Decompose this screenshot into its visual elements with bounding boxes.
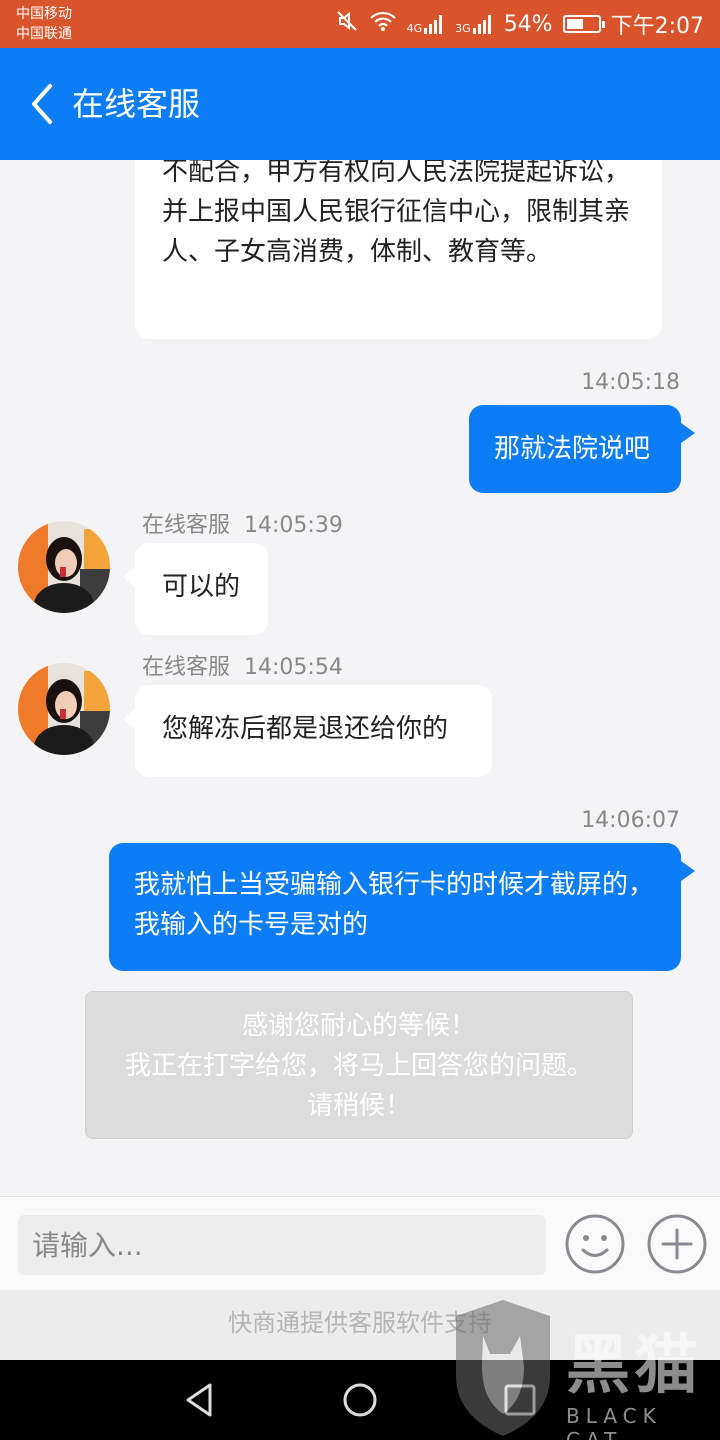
message-text: 那就法院说吧: [494, 434, 651, 464]
status-bar: 中国移动 中国联通 4G 3G 54% 下午2:07: [0, 0, 720, 48]
sender-name: 在线客服: [142, 655, 231, 680]
nav-home-button[interactable]: [340, 1380, 380, 1420]
agent-message-bubble: 您解冻后都是退还给你的: [123, 685, 492, 777]
battery-percent: 54%: [503, 11, 553, 37]
typing-notice: 感谢您耐心的等候！ 我正在打字给您，将马上回答您的问题。 请稍候！: [85, 991, 633, 1139]
message-text: 您解冻后都是退还给你的: [162, 714, 449, 744]
message-timestamp: 14:05:39: [244, 513, 343, 538]
emoji-button[interactable]: [564, 1213, 626, 1275]
typing-notice-line-2: 我正在打字给您，将马上回答您的问题。: [124, 1051, 593, 1081]
carrier-info: 中国移动 中国联通: [16, 4, 72, 44]
circle-home-icon: [343, 1383, 377, 1417]
agent-meta: 在线客服 14:05:39: [142, 507, 343, 539]
message-text: 我就怕上当受骗输入银行卡的时候才截屏的，我输入的卡号是对的: [134, 870, 655, 940]
message-text: 可以的: [162, 572, 241, 602]
message-timestamp: 14:06:07: [581, 808, 680, 833]
wifi-icon: [369, 10, 397, 38]
agent-meta: 在线客服 14:05:54: [142, 649, 343, 681]
agent-message-bubble: 不配合，甲方有权向人民法院提起诉讼，并上报中国人民银行征信中心，限制其亲人、子女…: [135, 160, 662, 339]
agent-avatar: [18, 663, 110, 755]
cat-shield-logo: [456, 1300, 550, 1436]
mute-icon: [335, 9, 359, 39]
app-header: 在线客服: [0, 48, 720, 160]
watermark-subtext: BLACK CAT: [566, 1404, 662, 1440]
clock: 下午2:07: [610, 14, 704, 39]
typing-notice-line-1: 感谢您耐心的等候！: [241, 1011, 476, 1041]
agent-avatar: [18, 521, 110, 613]
user-message-bubble: 我就怕上当受骗输入银行卡的时候才截屏的，我输入的卡号是对的: [109, 843, 695, 971]
watermark: 黑猫 BLACK CAT: [448, 1296, 720, 1440]
status-icons: 4G 3G 54% 下午2:07: [335, 0, 704, 48]
chat-area[interactable]: 不配合，甲方有权向人民法院提起诉讼，并上报中国人民银行征信中心，限制其亲人、子女…: [0, 160, 720, 1196]
nav-back-button[interactable]: [180, 1380, 220, 1420]
smiley-icon: [565, 1214, 625, 1274]
signal-4g-icon: 4G: [407, 13, 446, 35]
sender-name: 在线客服: [142, 513, 231, 538]
page-title: 在线客服: [72, 85, 201, 123]
triangle-back-icon: [186, 1383, 212, 1417]
message-timestamp: 14:05:54: [244, 655, 343, 680]
carrier-1: 中国移动: [16, 6, 72, 22]
network-2-label: 3G: [455, 22, 471, 35]
user-message-bubble: 那就法院说吧: [469, 405, 695, 493]
plus-icon: [647, 1214, 707, 1274]
message-input[interactable]: [18, 1215, 546, 1275]
message-text: 不配合，甲方有权向人民法院提起诉讼，并上报中国人民银行征信中心，限制其亲人、子女…: [162, 160, 631, 267]
message-composer: [0, 1196, 720, 1290]
watermark-text: 黑猫: [566, 1329, 702, 1403]
agent-message-bubble: 可以的: [123, 543, 268, 635]
message-timestamp: 14:05:18: [581, 370, 680, 395]
battery-fill: [566, 19, 583, 29]
back-button[interactable]: [28, 82, 68, 126]
typing-notice-line-3: 请稍候！: [306, 1091, 411, 1121]
network-1-label: 4G: [406, 22, 423, 35]
signal-3g-icon: 3G: [455, 13, 494, 35]
battery-icon: [562, 15, 605, 33]
chevron-left-icon: [32, 84, 52, 124]
carrier-2: 中国联通: [16, 26, 72, 42]
add-button[interactable]: [646, 1213, 708, 1275]
